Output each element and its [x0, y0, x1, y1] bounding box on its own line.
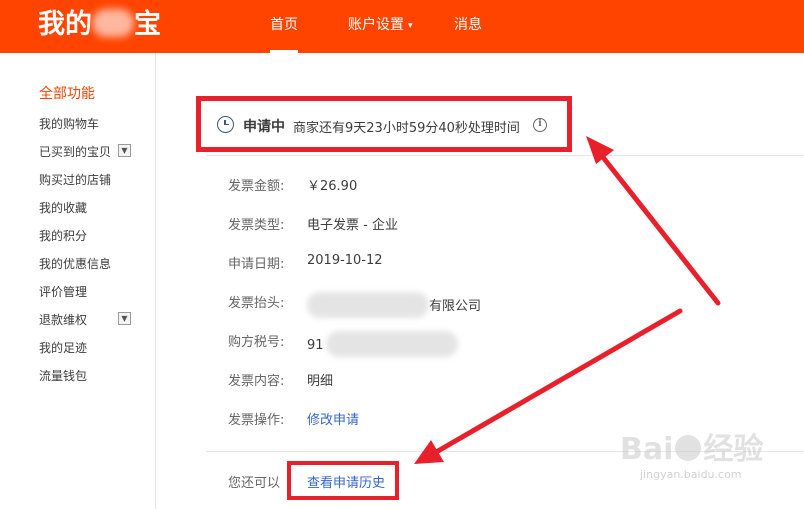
watermark-text-right: 经验	[703, 432, 764, 467]
arrow-to-status	[586, 136, 721, 306]
watermark-logo: Bai 经验	[620, 424, 763, 468]
paw-icon	[675, 435, 702, 461]
watermark-text-left: Bai	[620, 432, 674, 467]
watermark-url: jingyan.baidu.com	[640, 468, 742, 481]
baidu-watermark: Bai 经验 jingyan.baidu.com	[620, 424, 800, 494]
